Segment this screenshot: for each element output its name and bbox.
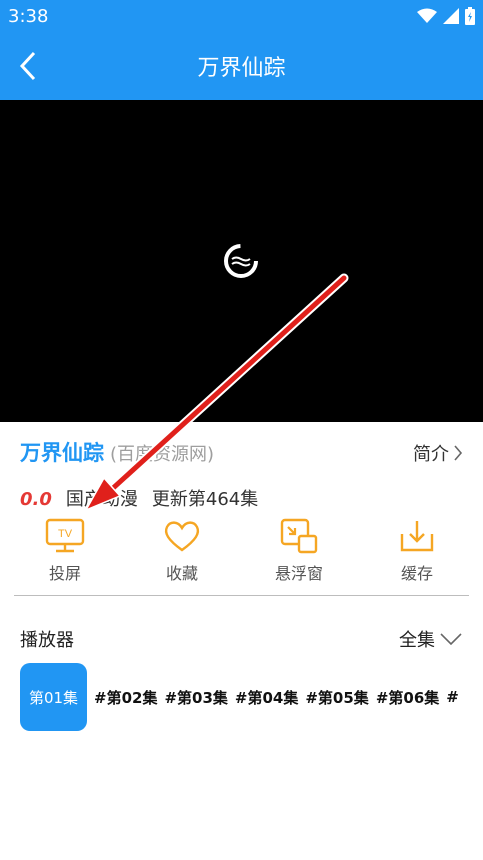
episode-item-active[interactable]: 第01集 xyxy=(20,663,87,731)
loading-spinner-icon xyxy=(224,244,258,278)
favorite-button[interactable]: 收藏 xyxy=(127,518,237,584)
floating-window-button[interactable]: 悬浮窗 xyxy=(244,518,354,584)
download-button[interactable]: 缓存 xyxy=(362,518,472,584)
favorite-label: 收藏 xyxy=(165,564,198,583)
all-episodes-button[interactable]: 全集 xyxy=(399,626,463,652)
battery-icon xyxy=(465,7,475,25)
floating-window-icon xyxy=(280,518,318,554)
episode-item[interactable]: #第04集 xyxy=(235,687,298,708)
floating-window-label: 悬浮窗 xyxy=(274,564,323,583)
status-time: 3:38 xyxy=(8,6,49,27)
update-status: 更新第464集 xyxy=(151,489,259,510)
player-source-label: 播放器 xyxy=(20,630,74,651)
download-label: 缓存 xyxy=(400,564,433,583)
wifi-icon xyxy=(417,8,437,23)
intro-link[interactable]: 简介 xyxy=(413,440,463,466)
show-source: (百度资源网) xyxy=(110,444,215,465)
rating-value: 0.0 xyxy=(20,489,52,510)
chevron-right-icon xyxy=(454,445,463,461)
episode-item[interactable]: # xyxy=(446,688,459,706)
intro-label: 简介 xyxy=(413,444,449,465)
video-player[interactable] xyxy=(0,100,483,422)
show-name: 万界仙踪 xyxy=(20,441,104,465)
status-icons xyxy=(417,7,475,25)
episode-item[interactable]: #第05集 xyxy=(305,687,368,708)
genre-label: 国产动漫 xyxy=(65,489,138,510)
svg-text:TV: TV xyxy=(58,528,73,540)
cast-label: 投屏 xyxy=(48,564,81,583)
page-title: 万界仙踪 xyxy=(197,56,286,81)
all-episodes-label: 全集 xyxy=(399,630,435,651)
tv-cast-icon: TV xyxy=(45,518,85,553)
episode-list: 第01集 #第02集 #第03集 #第04集 #第05集 #第06集 # xyxy=(20,663,483,731)
signal-icon xyxy=(443,8,459,24)
episode-item[interactable]: #第06集 xyxy=(376,687,439,708)
download-icon xyxy=(400,521,434,552)
chevron-down-icon xyxy=(440,633,462,646)
action-bar: TV 投屏 收藏 悬浮窗 缓存 xyxy=(0,518,483,588)
divider xyxy=(14,595,469,596)
app-bar: 3:38 万界仙踪 xyxy=(0,0,483,100)
episode-item[interactable]: #第02集 xyxy=(94,687,157,708)
episode-item[interactable]: #第03集 xyxy=(164,687,227,708)
show-title: 万界仙踪 (百度资源网) xyxy=(20,437,214,467)
meta-row: 0.0 国产动漫 更新第464集 xyxy=(20,485,258,511)
heart-icon xyxy=(164,521,200,552)
cast-button[interactable]: TV 投屏 xyxy=(10,518,120,584)
